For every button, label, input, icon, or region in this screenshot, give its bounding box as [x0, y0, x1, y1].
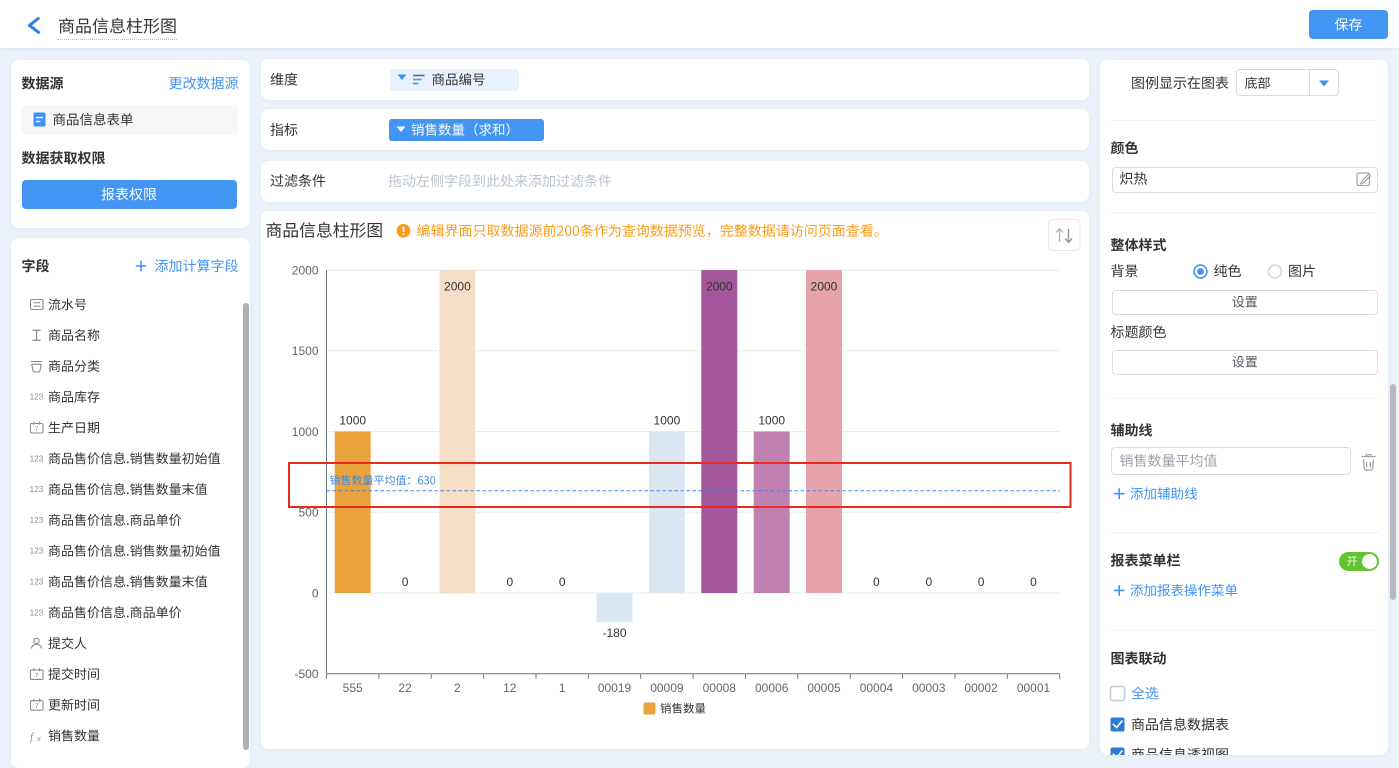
- svg-text:-500: -500: [294, 667, 318, 681]
- svg-text:2000: 2000: [444, 279, 471, 293]
- svg-text:0: 0: [312, 586, 319, 600]
- svg-text:7: 7: [35, 672, 39, 679]
- svg-text:7: 7: [35, 426, 39, 433]
- svg-text:2000: 2000: [811, 279, 838, 293]
- svg-text:1000: 1000: [292, 425, 319, 439]
- svg-text:1000: 1000: [339, 413, 366, 427]
- svg-text:00008: 00008: [703, 681, 737, 695]
- svg-text:12: 12: [503, 681, 517, 695]
- svg-text:00003: 00003: [912, 681, 946, 695]
- svg-text:1000: 1000: [758, 413, 785, 427]
- svg-text:-180: -180: [602, 626, 626, 640]
- svg-text:123: 123: [30, 393, 44, 402]
- svg-text:00009: 00009: [650, 681, 684, 695]
- svg-text:1000: 1000: [654, 413, 681, 427]
- svg-text:2000: 2000: [706, 279, 733, 293]
- svg-text:123: 123: [30, 516, 44, 525]
- svg-text:123: 123: [30, 454, 44, 463]
- svg-text:0: 0: [1030, 575, 1037, 589]
- svg-text:0: 0: [925, 575, 932, 589]
- svg-text:0: 0: [506, 575, 513, 589]
- svg-text:22: 22: [398, 681, 412, 695]
- svg-text:00019: 00019: [598, 681, 632, 695]
- svg-text:1500: 1500: [292, 344, 319, 358]
- svg-text:1: 1: [559, 681, 566, 695]
- svg-text:00004: 00004: [860, 681, 894, 695]
- svg-text:2: 2: [454, 681, 461, 695]
- svg-text:2000: 2000: [292, 263, 319, 277]
- svg-text:0: 0: [559, 575, 566, 589]
- svg-text:00002: 00002: [964, 681, 998, 695]
- svg-text:123: 123: [30, 608, 44, 617]
- svg-text:x: x: [36, 733, 41, 743]
- svg-text:00001: 00001: [1017, 681, 1051, 695]
- svg-text:f: f: [30, 731, 35, 743]
- svg-text:0: 0: [978, 575, 985, 589]
- svg-text:500: 500: [298, 506, 318, 520]
- svg-text:123: 123: [30, 578, 44, 587]
- svg-text:123: 123: [30, 485, 44, 494]
- svg-text:123: 123: [30, 547, 44, 556]
- svg-text:0: 0: [873, 575, 880, 589]
- svg-text:7: 7: [35, 703, 39, 710]
- svg-text:00006: 00006: [755, 681, 789, 695]
- svg-text:555: 555: [343, 681, 363, 695]
- svg-text:00005: 00005: [807, 681, 841, 695]
- svg-text:0: 0: [402, 575, 409, 589]
